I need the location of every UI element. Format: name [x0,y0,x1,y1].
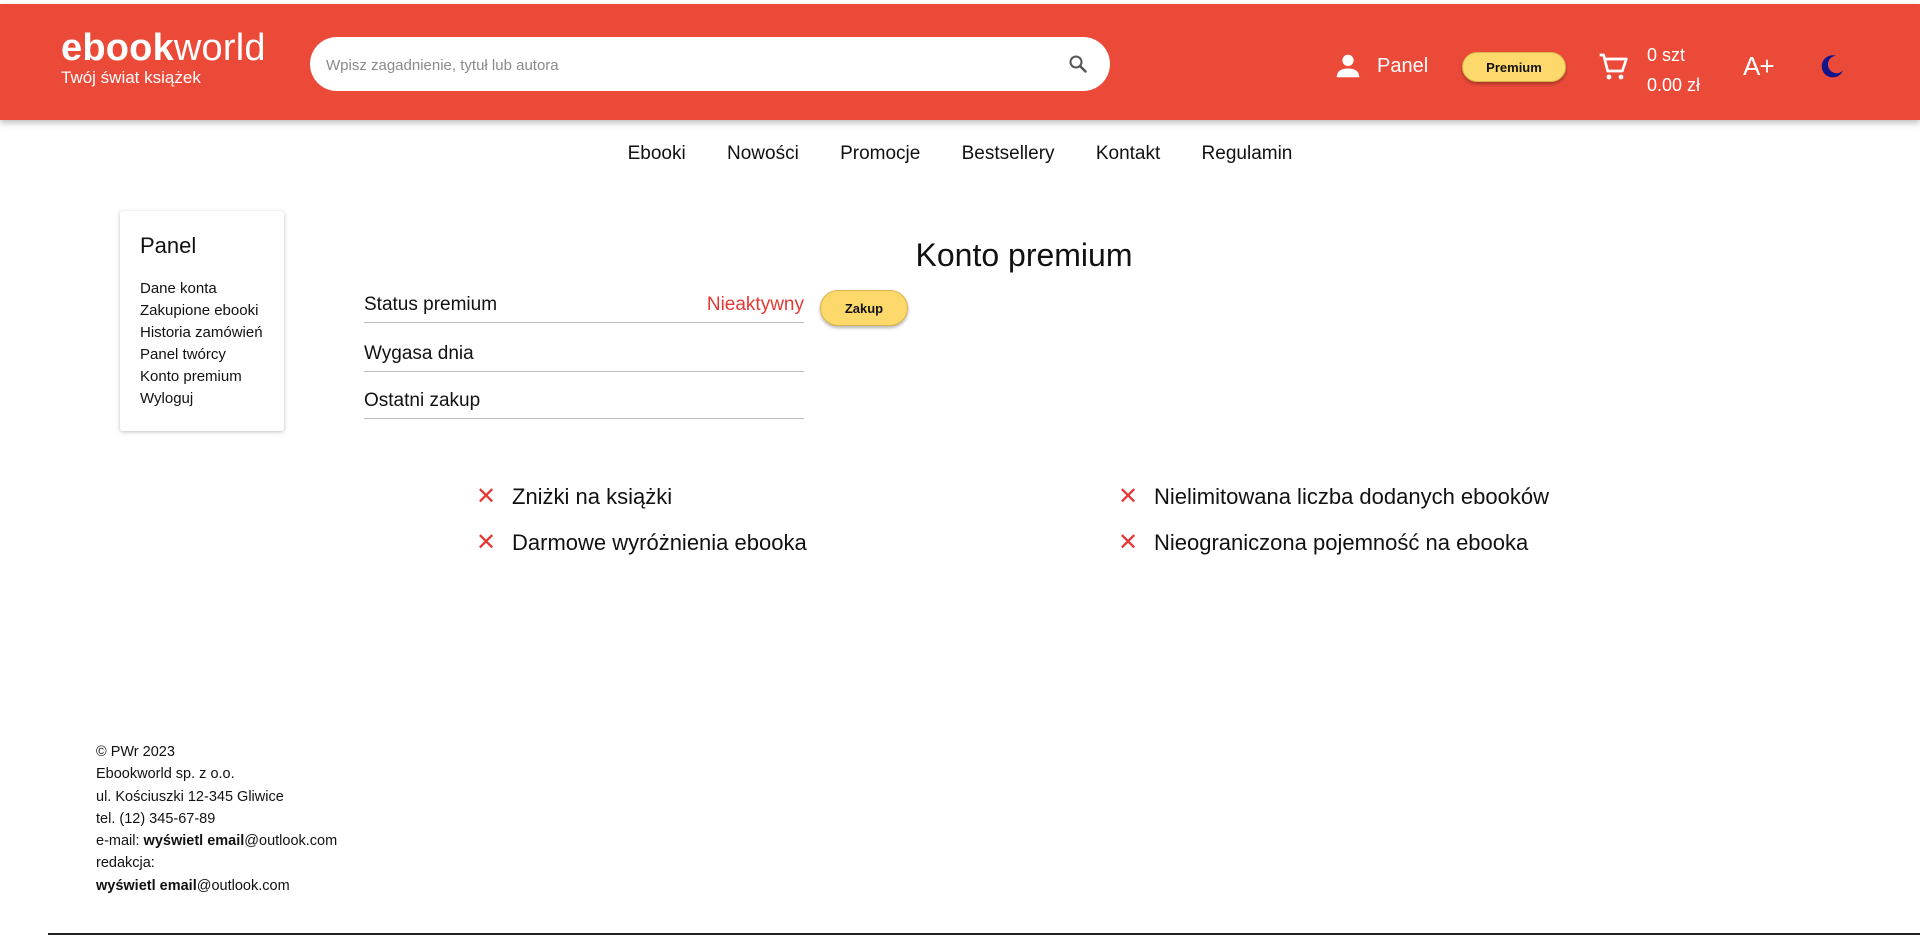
status-premium-row: Status premium Nieaktywny [364,290,804,323]
footer-phone: tel. (12) 345-67-89 [96,810,216,827]
footer-editorial-domain: @outlook.com [196,877,290,894]
status-premium-label: Status premium [364,294,498,315]
search-input[interactable] [324,37,1048,93]
footer-company: Ebookworld sp. z o.o. [96,766,235,783]
cart-summary[interactable]: 0 szt 0.00 zł [1647,40,1700,100]
nav-bestsellery[interactable]: Bestsellery [962,143,1055,165]
footer-address: ul. Kościuszki 12-345 Gliwice [96,788,284,805]
nav-regulamin[interactable]: Regulamin [1202,143,1293,165]
page-title: Konto premium [915,237,1133,274]
last-purchase-label: Ostatni zakup [364,390,481,411]
feature-text: Darmowe wyróżnienia ebooka [512,529,807,555]
close-icon: ✕ [476,529,497,556]
search-bar [310,37,1110,93]
cart-count: 0 szt [1647,45,1686,65]
panel-link[interactable]: Panel [1333,51,1428,81]
logo-light: world [173,27,266,69]
feature-text: Nieograniczona pojemność na ebooka [1154,529,1529,555]
buy-premium-button[interactable]: Zakup [820,290,908,326]
footer-email-line: e-mail: wyświetl email@outlook.com [96,830,337,852]
nav-nowosci[interactable]: Nowości [727,143,799,165]
footer-email-prefix: e-mail: [96,833,144,850]
close-icon: ✕ [1118,483,1139,510]
close-icon: ✕ [476,483,497,510]
logo-wordmark: ebookworld [61,28,266,68]
footer-email-domain: @outlook.com [244,833,338,850]
sidebar-item-dane-konta[interactable]: Dane konta [140,278,284,300]
panel-label: Panel [1377,54,1429,77]
status-premium-value: Nieaktywny [706,294,804,315]
feature-discounts: ✕ Zniżki na książki [476,482,672,511]
nav-kontakt[interactable]: Kontakt [1096,143,1160,165]
cart-total: 0.00 zł [1647,75,1701,95]
feature-text: Nielimitowana liczba dodanych ebooków [1154,483,1550,509]
sidebar-item-wyloguj[interactable]: Wyloguj [140,388,284,410]
logo-tagline: Twój świat książek [61,68,201,87]
feature-unlimited-capacity: ✕ Nieograniczona pojemność na ebooka [1118,528,1528,557]
sidebar-item-zakupione-ebooki[interactable]: Zakupione ebooki [140,300,284,322]
expiry-date-row: Wygasa dnia [364,339,804,372]
sidebar-item-panel-tworcy[interactable]: Panel twórcy [140,344,284,366]
main-nav: Ebooki Nowości Promocje Bestsellery Kont… [0,143,1920,165]
premium-button[interactable]: Premium [1462,52,1566,82]
feature-free-highlights: ✕ Darmowe wyróżnienia ebooka [476,528,807,557]
nav-promocje[interactable]: Promocje [840,143,920,165]
cart-icon[interactable] [1597,51,1629,83]
feature-unlimited-ebooks: ✕ Nielimitowana liczba dodanych ebooków [1118,482,1549,511]
user-icon [1336,54,1360,78]
sidebar-item-historia-zamowien[interactable]: Historia zamówień [140,322,284,344]
logo-bold: ebook [61,27,174,69]
sidebar-item-konto-premium[interactable]: Konto premium [140,366,284,388]
search-icon[interactable] [1066,52,1090,76]
close-icon: ✕ [1118,529,1139,556]
footer-editorial-reveal-link[interactable]: wyświetl email [96,878,197,894]
font-size-toggle[interactable]: A+ [1743,51,1775,82]
nav-ebooki[interactable]: Ebooki [628,143,686,165]
site-logo[interactable]: ebookworld Twój świat książek [61,28,266,87]
last-purchase-row: Ostatni zakup [364,386,804,419]
footer-editorial-label: redakcja: [96,855,155,872]
moon-icon[interactable] [1818,52,1846,80]
app-header: ebookworld Twój świat książek Panel Prem… [0,4,1920,120]
feature-text: Zniżki na książki [512,483,673,509]
footer-email-reveal-link[interactable]: wyświetl email [144,833,245,849]
footer-copyright: © PWr 2023 [96,744,175,760]
footer-editorial-line: wyświetl email@outlook.com [96,875,337,897]
site-footer: © PWr 2023 Ebookworld sp. z o.o. ul. Koś… [96,741,337,897]
expiry-date-label: Wygasa dnia [364,343,474,364]
